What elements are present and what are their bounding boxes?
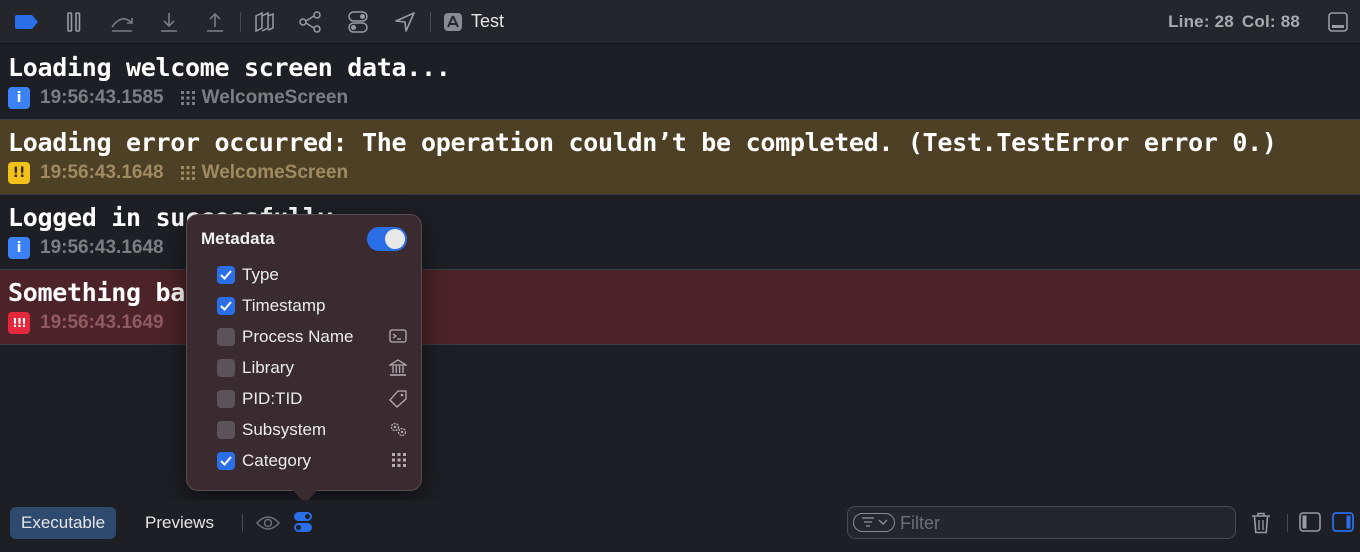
- option-label: Subsystem: [242, 420, 327, 439]
- checkbox-unchecked[interactable]: [217, 359, 235, 377]
- popover-title: Metadata: [201, 229, 275, 248]
- log-metadata: i 19:56:43.1648: [8, 237, 164, 259]
- option-label: Type: [242, 265, 279, 284]
- category-grid-icon: [391, 452, 407, 473]
- toggle-knob: [385, 229, 405, 249]
- log-metadata: !!! 19:56:43.1649: [8, 312, 164, 334]
- log-metadata: i 19:56:43.1585 WelcomeScreen: [8, 87, 348, 109]
- metadata-option-library[interactable]: Library: [217, 356, 409, 382]
- log-category: WelcomeScreen: [201, 162, 349, 183]
- tab-executable[interactable]: Executable: [10, 507, 117, 539]
- log-timestamp: 19:56:43.1648: [40, 237, 164, 258]
- log-entry[interactable]: Loading error occurred: The operation co…: [0, 120, 1360, 195]
- metadata-option-timestamp[interactable]: Timestamp: [217, 294, 407, 318]
- checkbox-unchecked[interactable]: [217, 390, 235, 408]
- toolbar-divider: [430, 12, 431, 32]
- log-timestamp: 19:56:43.1585: [40, 87, 164, 108]
- log-message: Loading error occurred: The operation co…: [8, 128, 1277, 157]
- category-grid-icon: [180, 165, 196, 181]
- pause-icon[interactable]: [62, 9, 86, 35]
- breakpoint-toggle-icon[interactable]: [12, 9, 40, 35]
- show-variables-view-icon[interactable]: [1299, 512, 1321, 537]
- step-out-icon[interactable]: [202, 9, 228, 35]
- filter-field[interactable]: [847, 506, 1236, 539]
- step-over-icon[interactable]: [108, 9, 136, 35]
- log-timestamp: 19:56:43.1648: [40, 162, 164, 183]
- bottom-divider: [1287, 514, 1288, 532]
- metadata-option-type[interactable]: Type: [217, 263, 407, 287]
- memory-graph-icon[interactable]: [296, 9, 324, 35]
- log-category: WelcomeScreen: [201, 87, 349, 108]
- option-label: Category: [242, 451, 311, 470]
- column-number: Col: 88: [1241, 12, 1300, 31]
- checkbox-unchecked[interactable]: [217, 421, 235, 439]
- tag-icon: [389, 390, 407, 413]
- metadata-option-process-name[interactable]: Process Name: [217, 325, 407, 349]
- checkbox-checked[interactable]: [217, 452, 235, 470]
- log-message: Loading welcome screen data...: [8, 53, 451, 82]
- checkbox-checked[interactable]: [217, 297, 235, 315]
- option-label: PID:TID: [242, 389, 303, 408]
- log-metadata: !! 19:56:43.1648 WelcomeScreen: [8, 162, 348, 184]
- option-label: Timestamp: [242, 296, 326, 315]
- bottom-divider: [242, 514, 243, 532]
- filter-options-icon[interactable]: [853, 513, 895, 532]
- info-badge-icon: i: [8, 237, 30, 259]
- terminal-icon: [389, 328, 407, 349]
- app-target-icon: [442, 9, 464, 35]
- log-timestamp: 19:56:43.1649: [40, 312, 164, 333]
- checkbox-unchecked[interactable]: [217, 328, 235, 346]
- option-label: Library: [242, 358, 294, 377]
- show-console-view-icon[interactable]: [1332, 512, 1354, 537]
- debug-toolbar: Test Line: 28 Col: 88: [0, 0, 1360, 44]
- step-into-icon[interactable]: [156, 9, 182, 35]
- metadata-option-category[interactable]: Category: [217, 449, 407, 473]
- metadata-options-icon[interactable]: [293, 511, 313, 538]
- environment-overrides-icon[interactable]: [344, 9, 372, 35]
- filter-input[interactable]: [900, 511, 1220, 535]
- log-message: Something ba: [8, 278, 186, 307]
- info-badge-icon: i: [8, 87, 30, 109]
- console-bottom-bar: Executable Previews: [0, 500, 1360, 552]
- metadata-popover: Metadata Type Timestamp Process Name Lib…: [186, 214, 422, 491]
- metadata-option-pid-tid[interactable]: PID:TID: [217, 387, 407, 411]
- log-entry[interactable]: Loading welcome screen data... i 19:56:4…: [0, 45, 1360, 120]
- cursor-position: Line: 28 Col: 88: [1160, 12, 1300, 32]
- option-label: Process Name: [242, 327, 354, 346]
- hide-console-icon[interactable]: [1326, 9, 1350, 35]
- warning-badge-icon: !!: [8, 162, 30, 184]
- error-badge-icon: !!!: [8, 312, 30, 334]
- debug-view-hierarchy-icon[interactable]: [251, 9, 277, 35]
- metadata-option-subsystem[interactable]: Subsystem: [217, 418, 407, 442]
- subsystem-gears-icon: [389, 421, 407, 442]
- eye-icon[interactable]: [255, 515, 281, 536]
- location-icon[interactable]: [391, 9, 419, 35]
- toolbar-divider: [240, 12, 241, 32]
- metadata-toggle[interactable]: [367, 227, 407, 251]
- tab-previews[interactable]: Previews: [134, 507, 225, 539]
- line-number: Line: 28: [1168, 12, 1234, 31]
- checkbox-checked[interactable]: [217, 266, 235, 284]
- library-icon: [387, 359, 409, 382]
- target-label[interactable]: Test: [471, 11, 504, 32]
- trash-icon[interactable]: [1251, 512, 1271, 539]
- category-grid-icon: [180, 90, 196, 106]
